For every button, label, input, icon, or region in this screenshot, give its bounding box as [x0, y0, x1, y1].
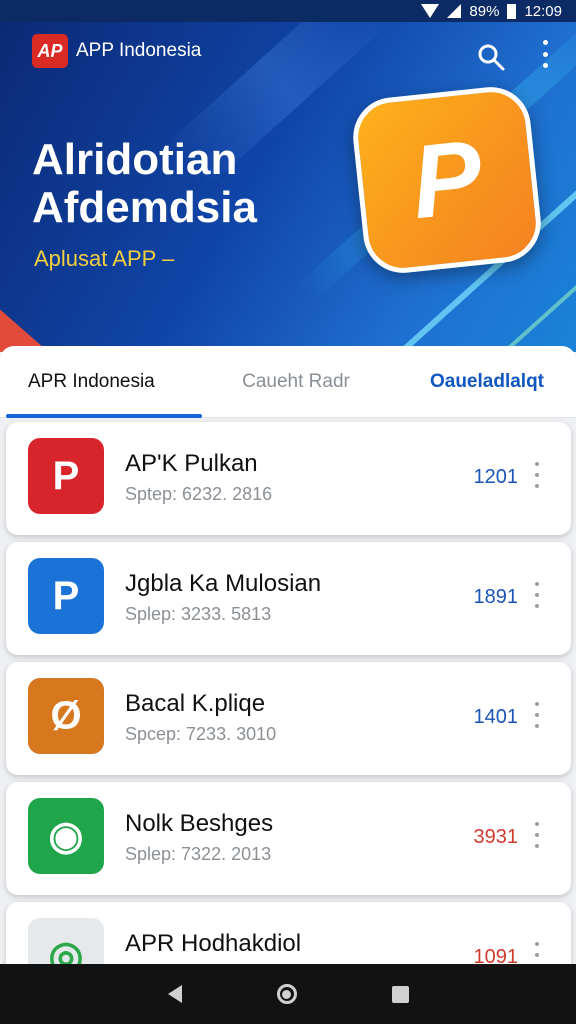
- android-app-icon: ◉: [28, 798, 104, 874]
- active-tab-indicator: [6, 413, 202, 418]
- battery-icon: [507, 3, 517, 19]
- tab-oaueladlalqt[interactable]: Oaueladlalqt: [387, 346, 576, 418]
- decor-corner: [0, 292, 60, 352]
- home-icon[interactable]: [276, 984, 297, 1004]
- hero-title-line1: Alridotian: [32, 135, 238, 184]
- search-icon[interactable]: [476, 42, 506, 72]
- app-count: 1201: [473, 466, 519, 488]
- more-vert-icon[interactable]: [540, 40, 550, 68]
- tab-bar: APR Indonesia Caueht Radr Oaueladlalqt: [0, 346, 576, 418]
- app-meta: Splep: 7322. 2013: [125, 844, 272, 864]
- tab-caueht-radr[interactable]: Caueht Radr: [205, 346, 387, 418]
- tab-label: APR Indonesia: [28, 370, 155, 392]
- list-item[interactable]: ◉ Nolk Beshges Splep: 7322. 2013 3931: [6, 782, 571, 895]
- app-name: Jgbla Ka Mulosian: [125, 570, 322, 597]
- apk-app-icon: P: [28, 438, 104, 514]
- app-name: AP'K Pulkan: [125, 450, 258, 477]
- app-name: Bacal K.pliqe: [125, 690, 266, 717]
- more-vert-icon[interactable]: [533, 582, 541, 608]
- app-meta: Sptep: 6232. 2816: [125, 484, 273, 504]
- clock: 12:09: [524, 2, 562, 20]
- list-item[interactable]: Ø Bacal K.pliqe Spcep: 7233. 3010 1401: [6, 662, 571, 775]
- app-name: Nolk Beshges: [125, 810, 274, 837]
- tab-label: Caueht Radr: [242, 370, 350, 392]
- status-bar: 89% 12:09: [0, 0, 576, 22]
- hero-title-line2: Afdemdsia: [32, 183, 257, 232]
- hero-banner: AP APP Indonesia Alridotian Afdemdsia Ap…: [0, 22, 576, 352]
- app-count: 1891: [473, 586, 519, 608]
- app-meta: Spcep: 7233. 3010: [125, 724, 277, 744]
- app-name: APR Hodhakdiol: [125, 930, 302, 957]
- tool-app-icon: Ø: [28, 678, 104, 754]
- more-vert-icon[interactable]: [533, 822, 541, 848]
- system-nav-bar: [0, 964, 576, 1024]
- brand-logo-icon: AP: [32, 34, 68, 68]
- app-meta: Splep: 3233. 5813: [125, 604, 272, 624]
- app-count: 3931: [473, 826, 519, 848]
- hero-title: Alridotian Afdemdsia: [32, 136, 257, 232]
- signal-icon: [447, 4, 462, 18]
- more-vert-icon[interactable]: [533, 702, 541, 728]
- more-vert-icon[interactable]: [533, 462, 541, 488]
- battery-percent: 89%: [469, 2, 500, 20]
- list-item[interactable]: P Jgbla Ka Mulosian Splep: 3233. 5813 18…: [6, 542, 571, 655]
- recents-icon[interactable]: [391, 985, 409, 1003]
- app-count: 1401: [473, 706, 519, 728]
- back-icon[interactable]: [167, 985, 182, 1003]
- play-app-icon: P: [28, 558, 104, 634]
- tab-apr-indonesia[interactable]: APR Indonesia: [0, 346, 205, 418]
- tab-label: Oaueladlalqt: [429, 370, 544, 392]
- hero-subtitle: Aplusat APP –: [34, 246, 175, 271]
- featured-app-icon[interactable]: P: [349, 83, 545, 277]
- brand-name: APP Indonesia: [76, 40, 202, 61]
- brand[interactable]: AP APP Indonesia: [32, 34, 201, 68]
- list-item[interactable]: P AP'K Pulkan Sptep: 6232. 2816 1201: [6, 422, 571, 535]
- wifi-icon: [421, 4, 440, 18]
